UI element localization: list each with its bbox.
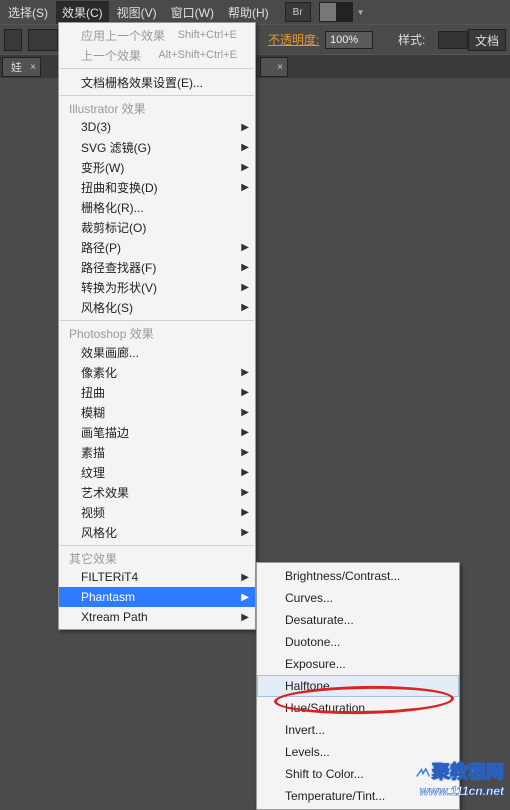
submenu-exposure[interactable]: Exposure... — [257, 653, 459, 675]
separator — [60, 68, 254, 69]
document-tab-2[interactable]: × — [260, 57, 288, 77]
section-other: 其它效果 — [59, 549, 255, 567]
menu-brush-strokes[interactable]: 画笔描边▶ — [59, 422, 255, 442]
watermark-title: 聚教程网 — [416, 758, 504, 784]
menu-filterit4[interactable]: FILTERiT4▶ — [59, 567, 255, 587]
menu-help[interactable]: 帮助(H) — [222, 1, 275, 24]
arrange-docs-button[interactable] — [319, 2, 353, 22]
menu-crop-marks[interactable]: 裁剪标记(O) — [59, 217, 255, 237]
close-icon[interactable]: × — [30, 62, 36, 73]
menu-phantasm[interactable]: Phantasm▶ — [59, 587, 255, 607]
menu-pixelate[interactable]: 像素化▶ — [59, 362, 255, 382]
document-button[interactable]: 文档 — [468, 29, 506, 51]
chevron-right-icon: ▶ — [241, 507, 249, 518]
menu-apply-last-effect: 应用上一个效果 Shift+Ctrl+E — [59, 25, 255, 45]
style-swatch[interactable] — [438, 31, 468, 49]
submenu-hue-saturation[interactable]: Hue/Saturation... — [257, 697, 459, 719]
chevron-right-icon: ▶ — [241, 527, 249, 538]
menu-blur[interactable]: 模糊▶ — [59, 402, 255, 422]
chevron-right-icon: ▶ — [241, 592, 249, 603]
submenu-brightness-contrast[interactable]: Brightness/Contrast... — [257, 565, 459, 587]
wing-icon — [416, 768, 430, 778]
menubar: 选择(S) 效果(C) 视图(V) 窗口(W) 帮助(H) Br ▼ — [0, 0, 510, 24]
chevron-right-icon: ▶ — [241, 427, 249, 438]
menu-distort-transform[interactable]: 扭曲和变换(D)▶ — [59, 177, 255, 197]
effects-menu: 应用上一个效果 Shift+Ctrl+E 上一个效果 Alt+Shift+Ctr… — [58, 22, 256, 630]
chevron-right-icon: ▶ — [241, 302, 249, 313]
chevron-right-icon: ▶ — [241, 142, 249, 153]
chevron-right-icon: ▶ — [241, 182, 249, 193]
chevron-right-icon: ▶ — [241, 282, 249, 293]
section-photoshop: Photoshop 效果 — [59, 324, 255, 342]
menu-view[interactable]: 视图(V) — [111, 1, 163, 24]
menu-path[interactable]: 路径(P)▶ — [59, 237, 255, 257]
menu-doc-raster-settings[interactable]: 文档栅格效果设置(E)... — [59, 72, 255, 92]
menu-xtream-path[interactable]: Xtream Path▶ — [59, 607, 255, 627]
bridge-button[interactable]: Br — [285, 2, 311, 22]
watermark-url: www.111cn.net — [416, 784, 504, 798]
watermark: 聚教程网 www.111cn.net — [416, 758, 504, 798]
menu-stylize-ps[interactable]: 风格化▶ — [59, 522, 255, 542]
menu-distort-ps[interactable]: 扭曲▶ — [59, 382, 255, 402]
menu-select[interactable]: 选择(S) — [2, 1, 54, 24]
menu-pathfinder[interactable]: 路径查找器(F)▶ — [59, 257, 255, 277]
submenu-halftone[interactable]: Halftone... — [257, 675, 459, 697]
submenu-invert[interactable]: Invert... — [257, 719, 459, 741]
submenu-desaturate[interactable]: Desaturate... — [257, 609, 459, 631]
option-seg-2[interactable] — [28, 29, 58, 51]
chevron-right-icon: ▶ — [241, 162, 249, 173]
section-illustrator: Illustrator 效果 — [59, 99, 255, 117]
chevron-right-icon: ▶ — [241, 122, 249, 133]
menu-texture[interactable]: 纹理▶ — [59, 462, 255, 482]
menu-artistic[interactable]: 艺术效果▶ — [59, 482, 255, 502]
menu-stylize-ai[interactable]: 风格化(S)▶ — [59, 297, 255, 317]
close-icon[interactable]: × — [277, 62, 283, 73]
menu-rasterize[interactable]: 栅格化(R)... — [59, 197, 255, 217]
submenu-duotone[interactable]: Duotone... — [257, 631, 459, 653]
chevron-right-icon: ▶ — [241, 407, 249, 418]
chevron-right-icon: ▶ — [241, 467, 249, 478]
chevron-right-icon: ▶ — [241, 487, 249, 498]
chevron-down-icon: ▼ — [357, 8, 365, 17]
menu-warp[interactable]: 变形(W)▶ — [59, 157, 255, 177]
option-seg-1[interactable] — [4, 29, 22, 51]
menu-video[interactable]: 视频▶ — [59, 502, 255, 522]
separator — [60, 545, 254, 546]
style-label: 样式: — [398, 31, 425, 48]
menu-svg-filters[interactable]: SVG 滤镜(G)▶ — [59, 137, 255, 157]
chevron-right-icon: ▶ — [241, 612, 249, 623]
menu-window[interactable]: 窗口(W) — [165, 1, 220, 24]
menu-last-effect: 上一个效果 Alt+Shift+Ctrl+E — [59, 45, 255, 65]
menu-effect-gallery[interactable]: 效果画廊... — [59, 342, 255, 362]
chevron-right-icon: ▶ — [241, 242, 249, 253]
chevron-right-icon: ▶ — [241, 572, 249, 583]
menu-sketch[interactable]: 素描▶ — [59, 442, 255, 462]
opacity-input[interactable]: 100% — [325, 31, 373, 49]
opacity-label: 不透明度: — [268, 31, 319, 48]
separator — [60, 95, 254, 96]
chevron-right-icon: ▶ — [241, 387, 249, 398]
chevron-right-icon: ▶ — [241, 262, 249, 273]
chevron-right-icon: ▶ — [241, 367, 249, 378]
tab-label: 娃 — [11, 59, 22, 75]
submenu-curves[interactable]: Curves... — [257, 587, 459, 609]
menu-3d[interactable]: 3D(3)▶ — [59, 117, 255, 137]
chevron-right-icon: ▶ — [241, 447, 249, 458]
menu-convert-shape[interactable]: 转换为形状(V)▶ — [59, 277, 255, 297]
separator — [60, 320, 254, 321]
menu-effects[interactable]: 效果(C) — [56, 1, 109, 24]
document-tab-1[interactable]: 娃 × — [2, 57, 41, 77]
